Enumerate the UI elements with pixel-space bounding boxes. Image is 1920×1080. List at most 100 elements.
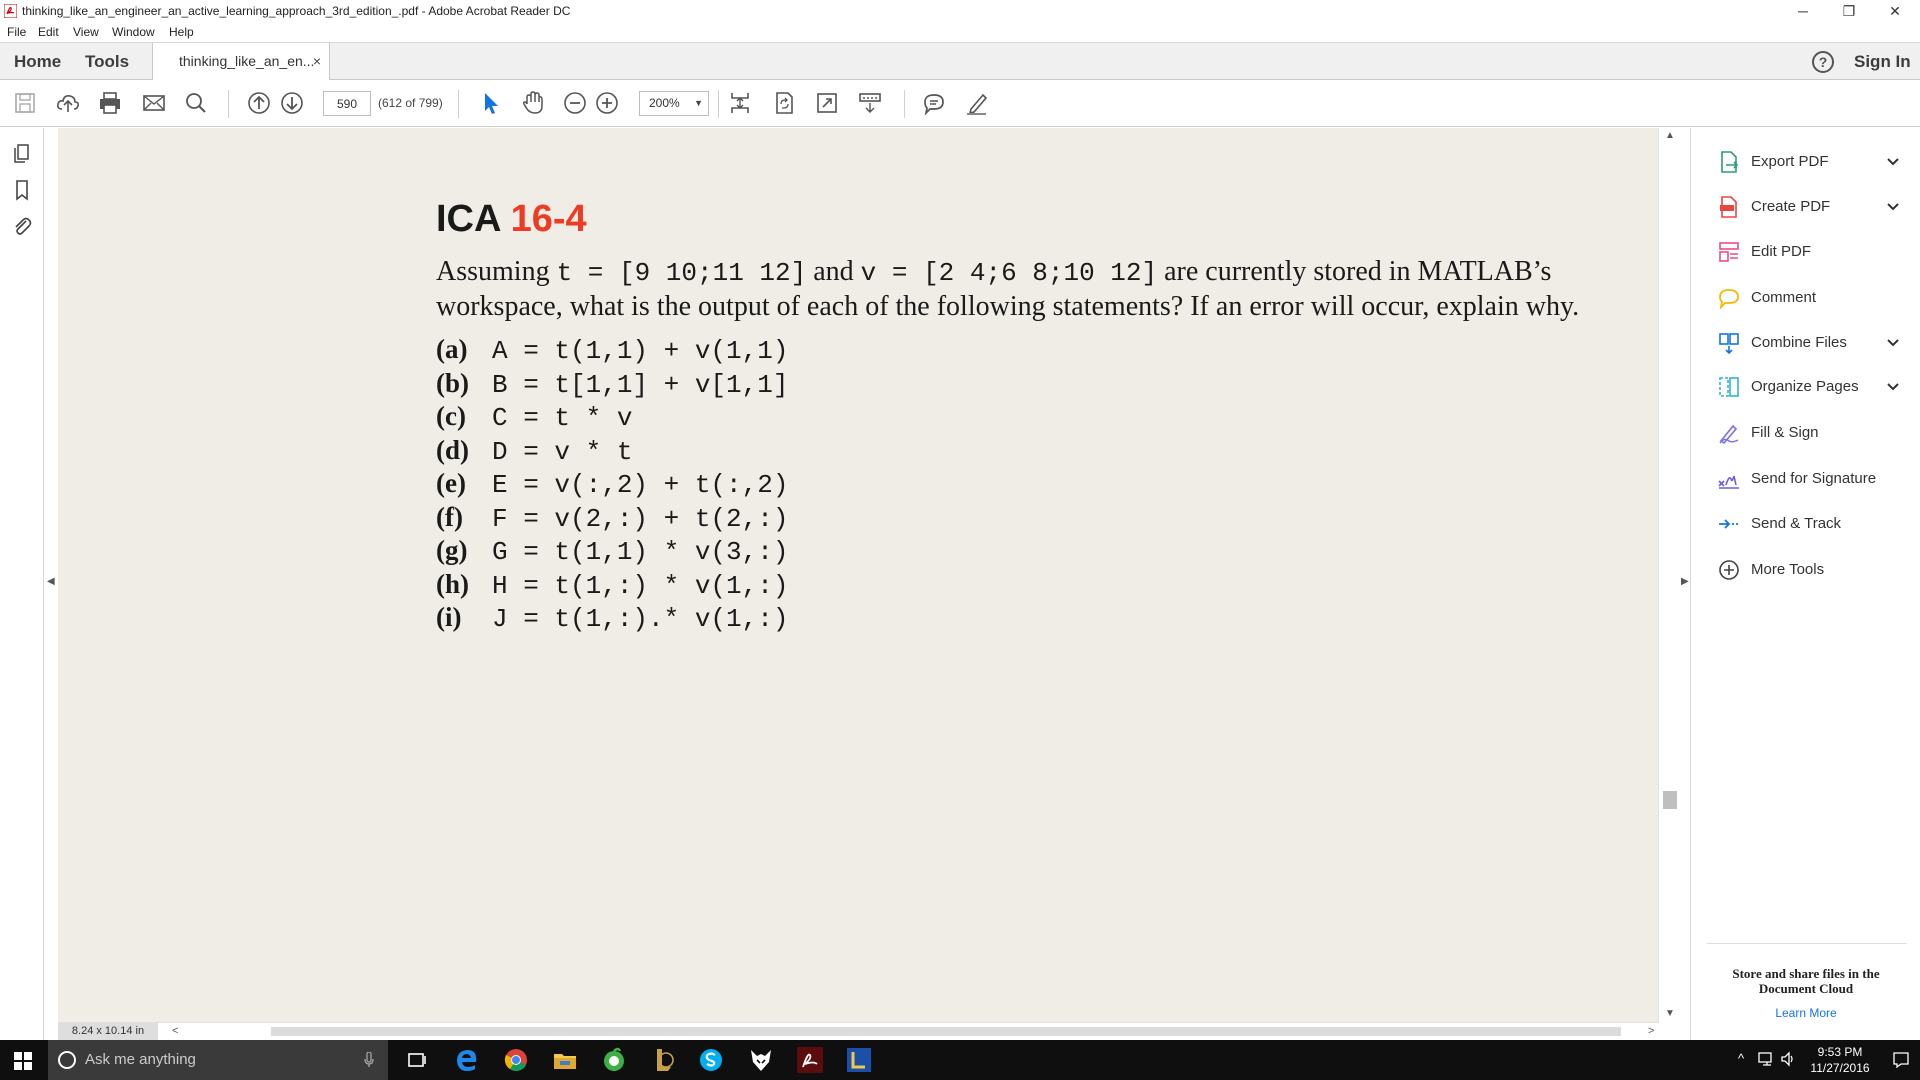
menu-help[interactable]: Help — [169, 22, 194, 43]
comment-tool-icon[interactable] — [921, 90, 947, 116]
page-count-label: (612 of 799) — [378, 96, 443, 110]
menu-window[interactable]: Window — [112, 22, 155, 43]
page-thumbnails-icon[interactable] — [10, 142, 34, 166]
menu-file[interactable]: File — [7, 22, 26, 43]
chevron-up-icon[interactable]: ^ — [1738, 1051, 1744, 1066]
foxhole-app-icon[interactable] — [747, 1046, 775, 1074]
sign-in-link[interactable]: Sign In — [1854, 43, 1911, 80]
statement-list: (a) A = t(1,1) + v(1,1) (b) B = t[1,1] + v… — [436, 333, 1636, 635]
search-icon[interactable] — [183, 90, 209, 116]
learn-more-link[interactable]: Learn More — [1711, 1006, 1901, 1020]
tool-label: More Tools — [1751, 561, 1825, 578]
tool-organize-pages[interactable]: Organize Pages — [1691, 372, 1920, 402]
read-mode-icon[interactable] — [857, 90, 883, 116]
scroll-right-icon[interactable]: > — [1648, 1023, 1654, 1040]
windows-taskbar: Ask me anything ^ 9:53 PM 11/27/2016 — [0, 1040, 1920, 1080]
tool-label: Send & Track — [1751, 515, 1842, 532]
tab-tools[interactable]: Tools — [85, 43, 129, 80]
taskbar-search-input[interactable]: Ask me anything — [48, 1040, 388, 1080]
select-tool-icon[interactable] — [478, 90, 504, 116]
email-icon[interactable] — [141, 90, 167, 116]
item-expression: A = t(1,1) + v(1,1) — [492, 336, 789, 366]
clock-date: 11/27/2016 — [1810, 1061, 1870, 1075]
zoom-out-icon[interactable] — [562, 90, 588, 116]
tool-comment[interactable]: Comment — [1691, 283, 1920, 313]
windows-start-icon[interactable] — [14, 1052, 32, 1070]
chevron-down-icon[interactable] — [1885, 379, 1901, 395]
tab-home[interactable]: Home — [14, 43, 61, 80]
expand-right-pane-icon[interactable]: ▶ — [1681, 576, 1689, 587]
tool-send-for-signature[interactable]: Send for Signature — [1691, 464, 1920, 494]
item-label: (e) — [436, 468, 466, 498]
tab-document[interactable]: thinking_like_an_en... × — [152, 43, 330, 81]
upload-cloud-icon[interactable] — [55, 90, 81, 116]
cortana-icon — [58, 1051, 76, 1069]
file-explorer-icon[interactable] — [551, 1046, 579, 1074]
acrobat-app-icon — [4, 4, 17, 18]
hand-tool-icon[interactable] — [520, 90, 546, 116]
save-icon[interactable] — [12, 90, 38, 116]
list-item: (e) E = v(:,2) + t(:,2) — [436, 467, 1636, 501]
scroll-left-icon[interactable]: < — [172, 1023, 178, 1040]
task-view-icon[interactable] — [403, 1046, 431, 1074]
document-viewport[interactable]: ICA 16-4 Assuming t = [9 10;11 12] and v… — [58, 128, 1658, 1023]
tool-edit-pdf[interactable]: Edit PDF — [1691, 237, 1920, 267]
item-label: (f) — [436, 501, 463, 532]
zoom-in-icon[interactable] — [594, 90, 620, 116]
item-expression: B = t[1,1] + v[1,1] — [492, 369, 789, 400]
chevron-down-icon[interactable] — [1885, 199, 1901, 215]
notifications-icon[interactable] — [1892, 1051, 1910, 1069]
tool-create-pdf[interactable]: Create PDF — [1691, 192, 1920, 222]
question-text: Assuming t = [9 10;11 12] and v = [2 4;6… — [436, 255, 1596, 323]
blue-app-icon[interactable] — [845, 1046, 873, 1074]
edge-browser-icon[interactable] — [453, 1046, 481, 1074]
acrobat-reader-icon[interactable] — [796, 1046, 824, 1074]
tool-combine-files[interactable]: Combine Files — [1691, 328, 1920, 358]
collapse-left-pane-icon[interactable]: ◀ — [47, 576, 55, 587]
tool-export-pdf[interactable]: Export PDF — [1691, 147, 1920, 177]
close-window-button[interactable]: ✕ — [1872, 0, 1918, 22]
horizontal-scrollbar-thumb[interactable] — [271, 1027, 1621, 1036]
page-number-input[interactable] — [323, 91, 371, 116]
print-icon[interactable] — [97, 90, 123, 116]
league-client-icon[interactable] — [650, 1046, 678, 1074]
network-icon[interactable] — [1758, 1051, 1776, 1067]
microphone-icon[interactable] — [364, 1052, 374, 1068]
tool-fill-sign[interactable]: Fill & Sign — [1691, 418, 1920, 448]
chrome-browser-icon[interactable] — [502, 1046, 530, 1074]
scroll-down-icon[interactable]: ▼ — [1665, 1008, 1675, 1019]
minimize-button[interactable]: ─ — [1780, 0, 1826, 22]
tool-send-track[interactable]: Send & Track — [1691, 509, 1920, 539]
menu-edit[interactable]: Edit — [38, 22, 59, 43]
system-clock[interactable]: 9:53 PM 11/27/2016 — [1800, 1044, 1880, 1076]
scroll-up-icon[interactable]: ▲ — [1665, 130, 1675, 141]
tool-label: Combine Files — [1751, 334, 1847, 351]
maximize-button[interactable]: ❐ — [1826, 0, 1872, 22]
comment-icon — [1719, 289, 1739, 310]
menu-view[interactable]: View — [73, 22, 99, 43]
close-tab-icon[interactable]: × — [313, 43, 321, 80]
bookmarks-icon[interactable] — [10, 178, 34, 202]
next-page-icon[interactable] — [279, 90, 305, 116]
skype-icon[interactable] — [697, 1046, 725, 1074]
zoom-select[interactable]: 200% ▼ — [639, 91, 709, 116]
volume-icon[interactable] — [1780, 1051, 1796, 1067]
tab-document-label: thinking_like_an_en... — [179, 53, 315, 69]
help-icon[interactable]: ? — [1812, 51, 1834, 73]
vertical-scrollbar[interactable]: ▲ ▼ — [1658, 128, 1680, 1023]
highlight-pen-icon[interactable] — [964, 90, 990, 116]
scrollbar-thumb[interactable] — [1663, 791, 1677, 809]
attachments-icon[interactable] — [10, 214, 34, 238]
toolbar-divider — [718, 90, 719, 118]
full-screen-icon[interactable] — [814, 90, 840, 116]
chevron-down-icon[interactable] — [1885, 154, 1901, 170]
combine-files-icon — [1719, 333, 1739, 355]
horizontal-scrollbar[interactable]: 8.24 x 10.14 in < > — [58, 1022, 1658, 1040]
tool-more-tools[interactable]: More Tools — [1691, 555, 1920, 585]
green-app-icon[interactable] — [600, 1046, 628, 1074]
chevron-down-icon[interactable] — [1885, 335, 1901, 351]
fit-page-icon[interactable] — [727, 90, 753, 116]
rotate-view-icon[interactable] — [771, 90, 797, 116]
item-label: (d) — [436, 434, 469, 465]
previous-page-icon[interactable] — [246, 90, 272, 116]
